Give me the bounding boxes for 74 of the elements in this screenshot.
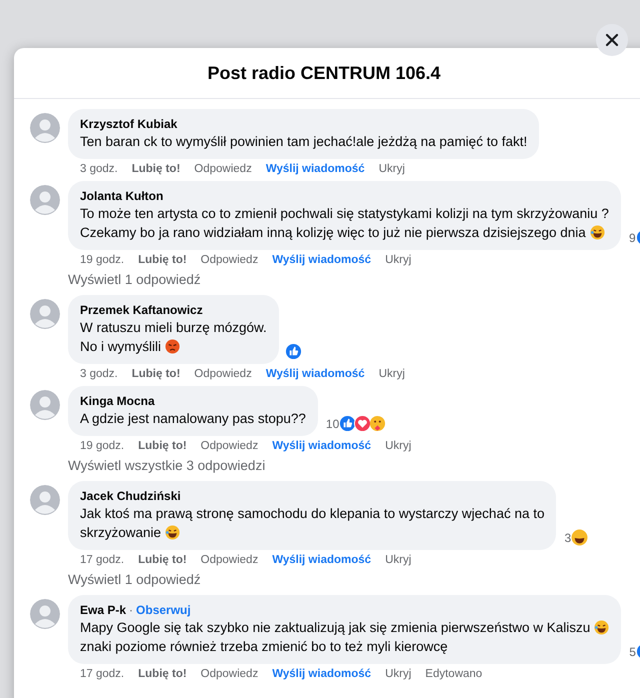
comment-text: Mapy Google się tak szybko nie zaktualizują jak się zmienia pierwszeństwo w Kaliszu [80,619,590,637]
comment-action-link[interactable]: Odpowiedz [200,668,258,680]
comment-time[interactable]: 17 godz. [80,554,124,566]
comment-text: No i wymyślili [80,338,161,356]
comment-action-link[interactable]: Lubię to! [138,440,187,452]
hugging-emoji-icon [369,415,386,432]
view-replies-link[interactable]: Wyświetl 1 odpowiedź [68,266,640,289]
avatar[interactable] [30,185,60,215]
avatar[interactable] [30,299,60,329]
reaction-summary[interactable] [286,343,302,360]
comment-action-link[interactable]: Odpowiedz [194,163,252,175]
comment-action-link[interactable]: Lubię to! [138,254,187,266]
comment-time[interactable]: 19 godz. [80,254,124,266]
laughing-emoji-icon [594,620,610,635]
laughing-emoji-icon [590,225,605,240]
comment-text: W ratuszu mieli burzę mózgów. [80,319,267,337]
avatar[interactable] [30,390,60,420]
laughing-emoji-icon [571,529,588,546]
comment-action-link[interactable]: Lubię to! [132,163,180,175]
comment-text: skrzyżowanie [80,524,162,542]
avatar[interactable] [30,599,60,629]
dialog-title: Post radio CENTRUM 106.4 [207,62,441,84]
hide-link[interactable]: Ukryj [378,163,405,175]
comment-text: Jak ktoś ma prawą stronę samochodu do klepania to wystarczy wjechać na to [80,505,544,523]
reaction-summary[interactable]: 3 [564,529,588,546]
like-icon [339,415,356,432]
send-message-link[interactable]: Wyślij wiadomość [272,440,372,452]
reaction-summary[interactable]: 10 [326,415,386,432]
comment-time[interactable]: 3 godz. [80,163,118,175]
send-message-link[interactable]: Wyślij wiadomość [272,254,372,266]
reaction-summary[interactable]: 9 [628,229,640,246]
comment-text: Czekamy bo ja rano widziałam inną kolizję więc to już nie pierwsza dzisiejszego dnia [80,224,586,242]
send-message-link[interactable]: Wyślij wiadomość [266,163,365,175]
comment-action-link[interactable]: Lubię to! [138,668,187,680]
commenter-name[interactable]: Ewa P-k [80,603,126,617]
commenter-name[interactable]: Jacek Chudziński [80,489,181,503]
follow-link[interactable]: Obserwuj [136,603,191,617]
comment-text: A gdzie jest namalowany pas stopu?? [80,410,306,428]
comment-time[interactable]: 3 godz. [80,368,118,380]
comment-text: Ten baran ck to wymyślił powinien tam jechać!ale jeżdżą na pamięć to fakt! [80,133,528,151]
view-replies-link[interactable]: Wyświetl wszystkie 3 odpowiedzi [68,452,412,475]
like-icon [284,343,302,360]
comment-text: To może ten artysta co to zmienił pochwali się statystykami kolizji na tym skrzyżowaniu ? [80,205,609,223]
avatar[interactable] [30,485,60,515]
commenter-name[interactable]: Jolanta Kułton [80,189,164,203]
hide-link[interactable]: Ukryj [378,368,405,380]
angry-emoji-icon [165,339,180,354]
hide-link[interactable]: Ukryj [385,554,412,566]
laughing-emoji-icon [165,525,180,540]
commenter-name[interactable]: Krzysztof Kubiak [80,117,178,131]
hide-link[interactable]: Ukryj [385,440,412,452]
comment-action-link[interactable]: Odpowiedz [200,554,258,566]
reaction-summary[interactable]: 5 [629,643,640,660]
comment-action-link[interactable]: Lubię to! [132,368,180,380]
comment-time[interactable]: 19 godz. [80,440,124,452]
send-message-link[interactable]: Wyślij wiadomość [266,368,365,380]
commenter-name[interactable]: Kinga Mocna [80,394,155,408]
view-replies-link[interactable]: Wyświetl 1 odpowiedź [68,566,588,589]
comment-action-link[interactable]: Odpowiedz [200,254,258,266]
comment-action-link[interactable]: Odpowiedz [194,368,252,380]
comment-time[interactable]: 17 godz. [80,668,124,680]
send-message-link[interactable]: Wyślij wiadomość [272,554,372,566]
comment-text: znaki poziome również trzeba zmienić bo to też myli kierowcę [80,638,448,656]
hide-link[interactable]: Ukryj [385,668,412,680]
hide-link[interactable]: Ukryj [385,254,412,266]
avatar[interactable] [30,113,60,143]
commenter-name[interactable]: Przemek Kaftanowicz [80,303,203,317]
comment-action-link[interactable]: Odpowiedz [200,440,258,452]
send-message-link[interactable]: Wyślij wiadomość [272,668,372,680]
comment-action-link[interactable]: Lubię to! [138,554,187,566]
edited-label: Edytowano [425,668,482,680]
close-icon [604,32,620,48]
separator-dot: · [129,603,134,617]
close-button[interactable] [596,24,628,56]
